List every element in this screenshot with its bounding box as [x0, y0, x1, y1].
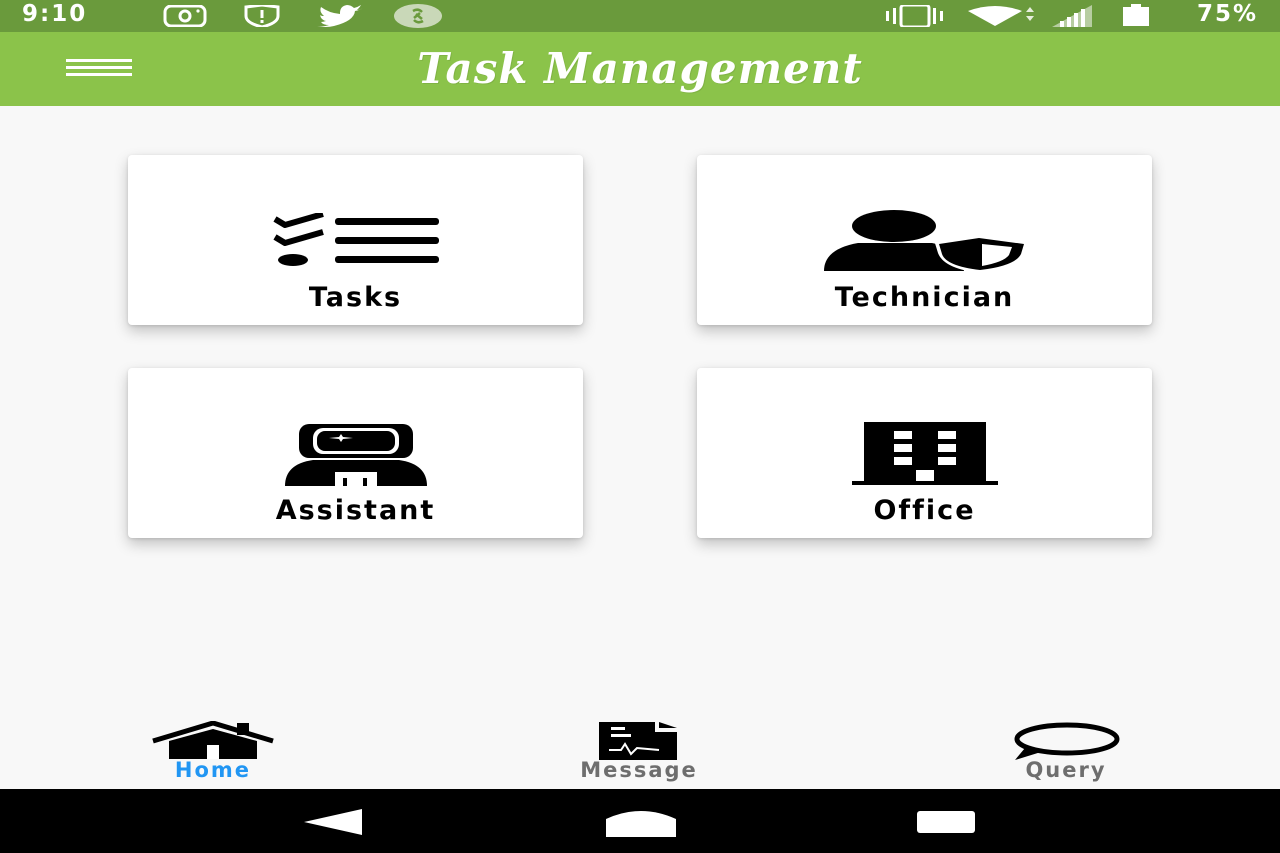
home-icon — [152, 721, 274, 759]
checklist-icon — [272, 213, 439, 266]
nav-label: Query — [1025, 758, 1107, 782]
bottom-navigation: Home Message Query — [0, 708, 1280, 789]
wifi-icon — [968, 6, 1038, 30]
shield-alert-icon — [243, 3, 281, 31]
vibrate-icon — [886, 3, 944, 31]
nav-message[interactable]: Message — [539, 708, 739, 789]
app-bar: Task Management — [0, 32, 1280, 106]
office-tile[interactable]: Office — [697, 368, 1152, 538]
recents-icon[interactable] — [917, 811, 977, 835]
shazam-icon — [394, 4, 442, 32]
app-title: Task Management — [417, 44, 863, 93]
tile-label: Technician — [834, 282, 1015, 313]
back-icon[interactable] — [304, 809, 364, 835]
instagram-icon — [163, 4, 207, 31]
technician-tile[interactable]: Technician — [697, 155, 1152, 325]
tile-label: Office — [873, 495, 976, 526]
twitter-icon — [316, 5, 364, 31]
nav-label: Message — [580, 758, 698, 782]
nav-home[interactable]: Home — [113, 708, 313, 789]
battery-icon — [1122, 4, 1150, 30]
assistant-tile[interactable]: Assistant — [128, 368, 583, 538]
home-system-icon[interactable] — [606, 807, 676, 837]
message-document-icon — [599, 722, 677, 760]
tasks-tile[interactable]: Tasks — [128, 155, 583, 325]
status-bar: 9:10 75% — [0, 0, 1280, 32]
status-time: 9:10 — [22, 1, 88, 27]
signal-icon — [1052, 5, 1094, 31]
nav-label: Home — [174, 758, 252, 782]
chat-bubble-icon — [1014, 722, 1120, 760]
astronaut-icon — [284, 424, 427, 486]
building-icon — [851, 422, 998, 485]
user-shield-icon — [823, 210, 1028, 273]
tile-label: Assistant — [275, 495, 436, 526]
system-navigation-bar — [0, 789, 1280, 853]
battery-percent: 75% — [1196, 1, 1258, 27]
tile-label: Tasks — [308, 282, 403, 313]
nav-query[interactable]: Query — [966, 708, 1166, 789]
